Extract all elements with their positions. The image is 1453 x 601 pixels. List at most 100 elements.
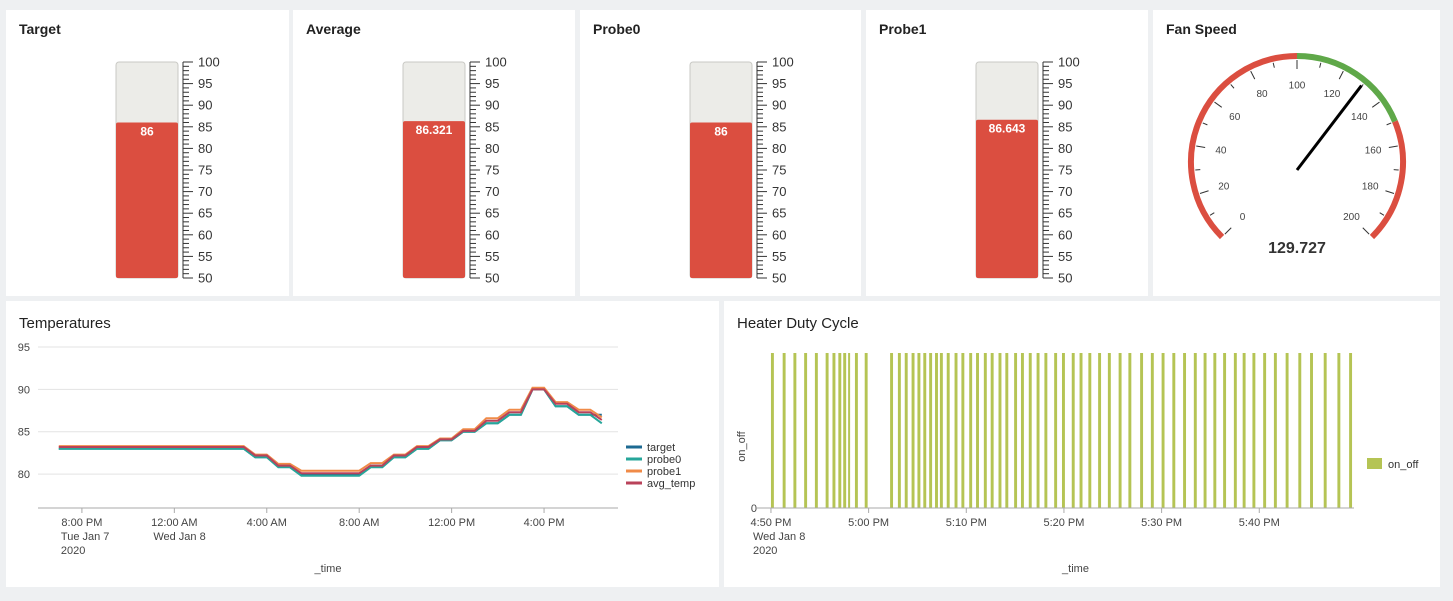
x-tick-label: 4:50 PM — [750, 517, 791, 529]
duty-bar — [890, 353, 894, 508]
gauge-tick-label: 0 — [1240, 212, 1246, 223]
duty-bar — [1098, 353, 1102, 508]
probe1-panel: Probe1 86.643 100 95 90 85 80 75 70 65 60 55 50 — [866, 10, 1148, 296]
duty-bar — [1213, 353, 1217, 508]
scale-tick-label: 65 — [198, 206, 212, 221]
duty-bar — [1203, 353, 1207, 508]
gauge-tick — [1388, 145, 1398, 148]
duty-bar — [1079, 353, 1083, 508]
scale-tick-label: 60 — [485, 227, 499, 242]
x-tick-sublabel: Wed Jan 8 — [153, 531, 205, 543]
duty-bar — [1005, 353, 1009, 508]
y-tick-label: 0 — [751, 503, 757, 515]
gauge-tick — [1224, 227, 1232, 235]
duty-bar — [832, 353, 836, 508]
y-axis-label: on_off — [736, 430, 748, 461]
duty-bar — [1310, 353, 1313, 508]
duty-bar — [1020, 353, 1024, 508]
legend-label: target — [647, 442, 675, 454]
gauge-tick — [1385, 190, 1395, 194]
gauge-tick — [1371, 101, 1380, 108]
duty-bar — [814, 353, 818, 508]
x-tick-label: 12:00 AM — [151, 517, 197, 529]
gauge-tick — [1196, 145, 1206, 148]
x-tick-sublabel: 2020 — [753, 545, 777, 557]
scale-tick-label: 90 — [1058, 98, 1072, 113]
duty-bar — [854, 353, 858, 508]
legend-label: on_off — [1388, 459, 1419, 471]
scale-tick-label: 60 — [198, 227, 212, 242]
scale-tick-label: 50 — [1058, 271, 1072, 286]
scale-tick-label: 65 — [772, 206, 786, 221]
duty-bar — [1273, 353, 1277, 508]
gauge-tick — [1202, 122, 1208, 126]
x-tick-label: 12:00 PM — [428, 517, 475, 529]
scale-tick-label: 90 — [485, 98, 499, 113]
target-panel: Target 86 100 95 90 85 80 75 70 65 60 55 50 — [6, 10, 289, 296]
scale-tick-label: 70 — [485, 184, 499, 199]
duty-bar — [897, 353, 901, 508]
gauge-tick-label: 160 — [1365, 145, 1382, 156]
y-tick-label: 80 — [18, 469, 30, 481]
duty-bar — [946, 353, 950, 508]
legend-swatch — [1367, 458, 1382, 469]
scale-tick-label: 50 — [198, 271, 212, 286]
duty-bar — [1193, 353, 1197, 508]
panel-title: Heater Duty Cycle — [737, 315, 859, 332]
panel-title: Temperatures — [19, 315, 111, 332]
scale-tick-label: 85 — [1058, 119, 1072, 134]
duty-bar — [848, 353, 851, 508]
duty-bar — [983, 353, 987, 508]
duty-bar — [1044, 353, 1048, 508]
x-tick-sublabel: Tue Jan 7 — [61, 531, 110, 543]
x-tick-label: 4:00 AM — [247, 517, 287, 529]
duty-bar — [1337, 353, 1341, 508]
gauge-tick — [1362, 227, 1370, 235]
fan-speed-panel: Fan Speed 0 20 40 60 80 100 120 140 160 180 200 129… — [1153, 10, 1440, 296]
scale-tick-label: 90 — [772, 98, 786, 113]
scale-tick-label: 80 — [772, 141, 786, 156]
gauge-band — [1296, 53, 1398, 123]
duty-bar — [1054, 353, 1058, 508]
panel-title: Probe1 — [879, 21, 927, 37]
gauge-tick — [1199, 190, 1209, 194]
duty-bar — [1285, 353, 1289, 508]
x-tick-label: 5:40 PM — [1239, 517, 1280, 529]
series-line-probe0 — [58, 388, 603, 477]
duty-bar — [1161, 353, 1165, 508]
scale-tick-label: 55 — [772, 249, 786, 264]
x-tick-sublabel: 2020 — [61, 545, 85, 557]
duty-bar — [904, 353, 908, 508]
duty-bar — [998, 353, 1002, 508]
scale-tick-label: 55 — [198, 249, 212, 264]
scale-tick-label: 75 — [772, 163, 786, 178]
duty-bar — [1061, 353, 1065, 508]
gauge-tick-label: 100 — [1289, 81, 1306, 92]
x-tick-label: 4:00 PM — [524, 517, 565, 529]
gauge-value: 129.727 — [1268, 240, 1326, 257]
y-tick-label: 90 — [18, 384, 30, 396]
duty-bar — [917, 353, 921, 508]
duty-bar — [838, 353, 842, 508]
series-line-probe1 — [58, 386, 603, 472]
scale-tick-label: 85 — [198, 119, 212, 134]
duty-bar — [864, 353, 868, 508]
panel-title: Fan Speed — [1166, 21, 1237, 37]
gauge-tick — [1272, 62, 1275, 68]
gauge-tick-label: 60 — [1229, 112, 1241, 123]
x-axis-label: _time — [314, 563, 342, 575]
thermometer-gauge: 86 100 95 90 85 80 75 70 65 60 55 50 — [689, 55, 794, 286]
scale-tick-label: 85 — [485, 119, 499, 134]
gauge-tick-label: 40 — [1215, 145, 1227, 156]
duty-bar — [911, 353, 915, 508]
thermometer-fill — [976, 119, 1038, 278]
duty-bar — [1150, 353, 1154, 508]
duty-bar — [843, 353, 847, 508]
duty-bar — [1128, 353, 1132, 508]
bar-chart: 0 on_off 4:50 PM Wed Jan 8 2020 5:00 PM 5:10 P… — [736, 353, 1419, 575]
duty-bar — [1298, 353, 1302, 508]
duty-bar — [1036, 353, 1040, 508]
heater-panel: Heater Duty Cycle 0 on_off 4:50 PM Wed Jan … — [724, 301, 1440, 587]
duty-bar — [935, 353, 938, 508]
panel-title: Probe0 — [593, 21, 641, 37]
